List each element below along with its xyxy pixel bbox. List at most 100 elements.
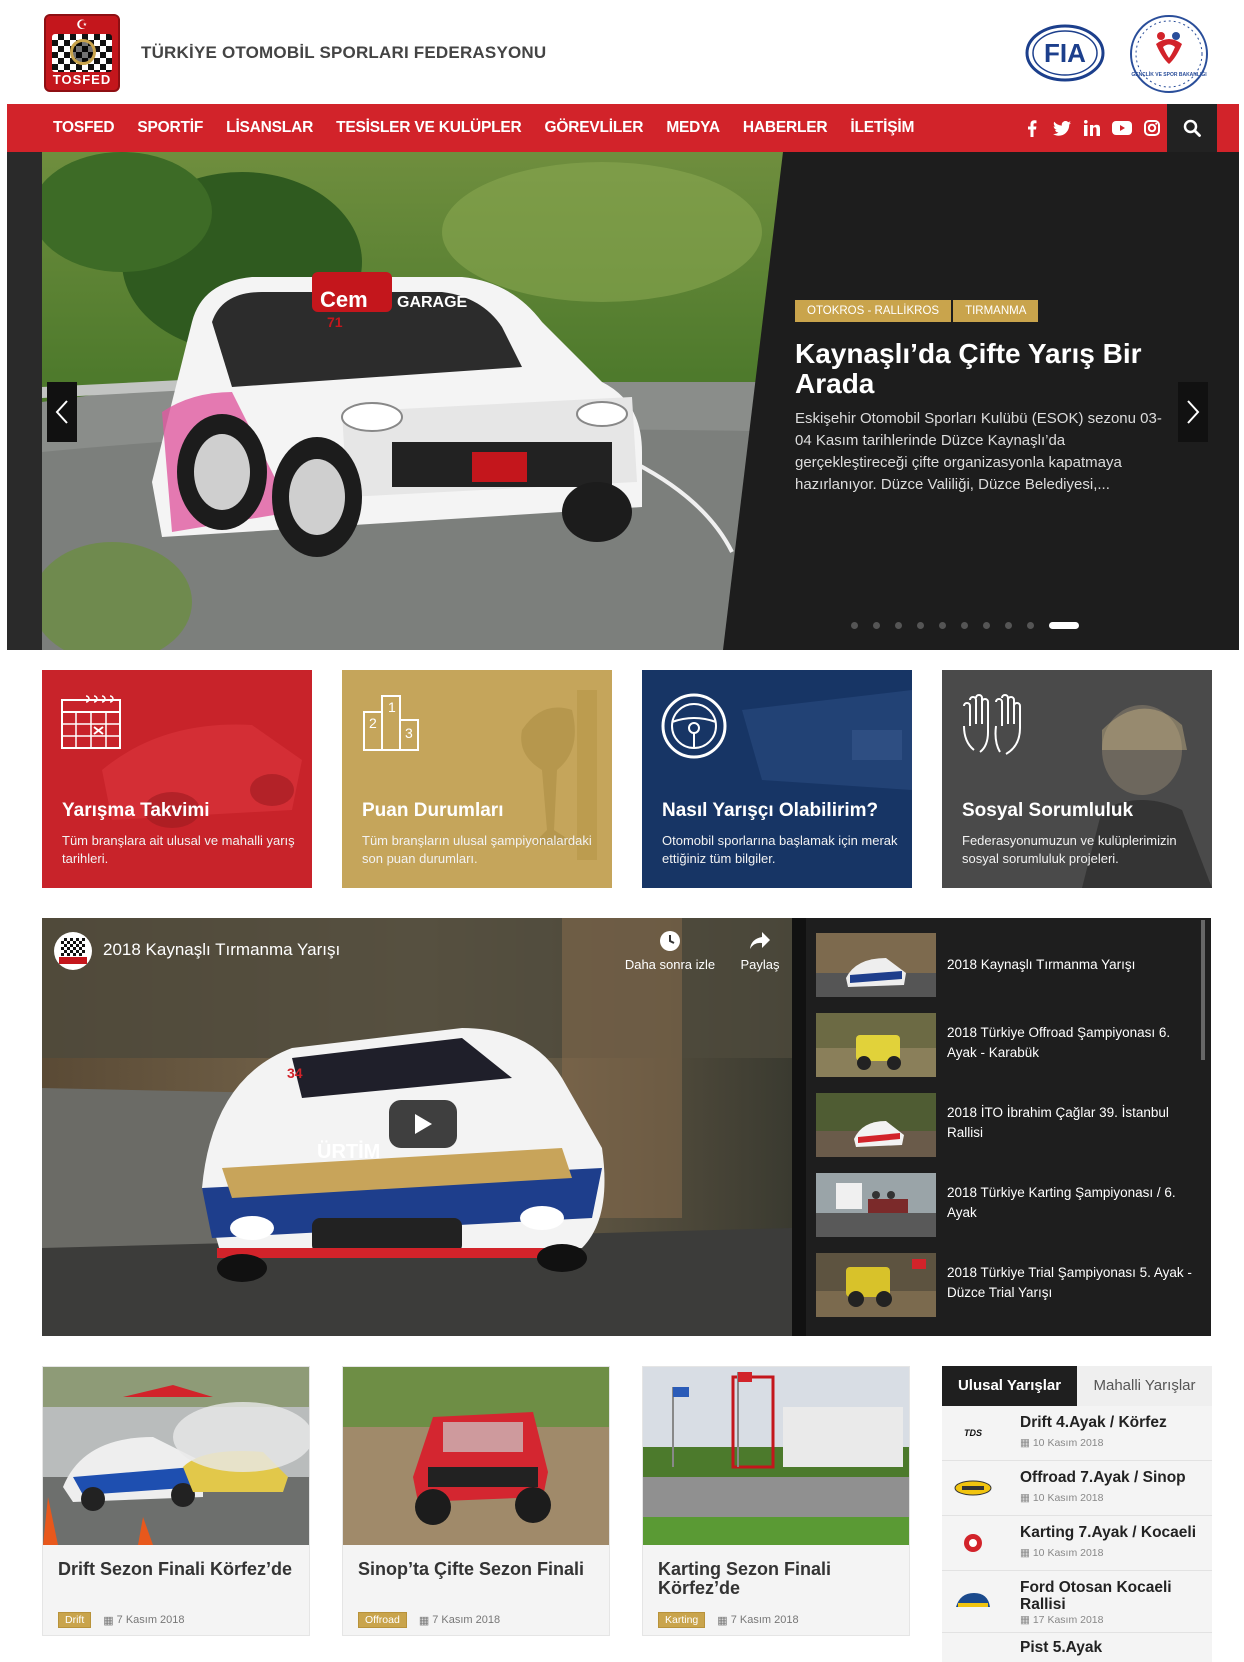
news-card[interactable]: Karting Sezon Finali Körfez’de Karting ▦… — [642, 1366, 910, 1636]
share-icon — [750, 932, 770, 949]
steering-wheel-icon — [661, 693, 727, 759]
steering-wheel-icon — [70, 39, 96, 65]
race-item[interactable]: Offroad 7.Ayak / Sinop ▦ 10 Kasım 2018 — [942, 1461, 1212, 1516]
clock-icon — [660, 931, 680, 951]
hero-tag[interactable]: OTOKROS - RALLİKROS — [795, 300, 952, 322]
slider-dot[interactable] — [917, 622, 924, 629]
news-date: 7 Kasım 2018 — [730, 1614, 799, 1626]
slider-dot[interactable] — [1049, 622, 1079, 629]
feature-calendar[interactable]: Yarışma Takvimi Tüm branşlara ait ulusal… — [42, 670, 312, 888]
feature-desc: Tüm branşların ulusal şampiyonalardaki s… — [362, 833, 592, 866]
race-date: ▦ 10 Kasım 2018 — [1020, 1547, 1103, 1559]
ministry-logo-text: GENÇLİK VE SPOR BAKANLIĞI — [1131, 70, 1207, 78]
fia-logo[interactable]: FIA — [1025, 24, 1105, 82]
nav-item-lisanslar[interactable]: LİSANSLAR — [226, 104, 313, 152]
slider-dot[interactable] — [1005, 622, 1012, 629]
news-date: 7 Kasım 2018 — [432, 1614, 501, 1626]
hero-car-number: 71 — [327, 314, 343, 330]
race-item[interactable]: TDS Drift 4.Ayak / Körfez ▦ 10 Kasım 201… — [942, 1406, 1212, 1461]
race-item[interactable]: Pist 5.Ayak — [942, 1633, 1212, 1662]
playlist-item[interactable]: 2018 Kaynaşlı Tırmanma Yarışı — [816, 933, 1196, 997]
feature-title: Puan Durumları — [362, 800, 504, 821]
nav-item-sportif[interactable]: SPORTİF — [137, 104, 203, 152]
hands-icon — [963, 694, 1021, 755]
playlist-scrollbar[interactable] — [1201, 920, 1205, 1060]
slider-prev-button[interactable] — [47, 382, 77, 442]
news-category[interactable]: Drift — [58, 1612, 92, 1628]
nav-menu: TOSFED SPORTİF LİSANSLAR TESİSLER VE KUL… — [53, 104, 937, 152]
race-date: ▦ 17 Kasım 2018 — [1020, 1614, 1103, 1626]
tab-national-races[interactable]: Ulusal Yarışlar — [942, 1366, 1077, 1406]
video-playlist: 2018 Kaynaşlı Tırmanma Yarışı 2018 Türki… — [806, 918, 1211, 1336]
watch-later-label: Daha sonra izle — [624, 957, 716, 972]
nav-item-iletisim[interactable]: İLETİŞİM — [850, 104, 914, 152]
facebook-icon[interactable] — [1017, 104, 1047, 152]
race-date-text: 17 Kasım 2018 — [1032, 1614, 1104, 1626]
playlist-item[interactable]: 2018 Türkiye Trial Şampiyonası 5. Ayak -… — [816, 1253, 1196, 1317]
race-date-text: 10 Kasım 2018 — [1032, 1547, 1104, 1559]
playlist-thumbnail — [816, 1013, 936, 1077]
main-navbar: TOSFED SPORTİF LİSANSLAR TESİSLER VE KUL… — [7, 104, 1239, 152]
watch-later-button[interactable]: Daha sonra izle — [620, 930, 720, 972]
chevron-right-icon — [1187, 400, 1200, 424]
nav-item-gorevliler[interactable]: GÖREVLİLER — [545, 104, 644, 152]
playlist-item[interactable]: 2018 Türkiye Offroad Şampiyonası 6. Ayak… — [816, 1013, 1196, 1077]
nav-item-tosfed[interactable]: TOSFED — [53, 104, 115, 152]
nav-item-haberler[interactable]: HABERLER — [743, 104, 828, 152]
news-card[interactable]: Sinop’ta Çifte Sezon Finali Offroad ▦ 7 … — [342, 1366, 610, 1636]
playlist-thumbnail — [816, 1093, 936, 1157]
slider-next-button[interactable] — [1178, 382, 1208, 442]
calendar-icon: ▦ — [1020, 1492, 1033, 1504]
feature-how-to-race[interactable]: Nasıl Yarışçı Olabilirim? Otomobil sporl… — [642, 670, 912, 888]
playlist-item[interactable]: 2018 Türkiye Karting Şampiyonası / 6. Ay… — [816, 1173, 1196, 1237]
channel-avatar[interactable] — [54, 932, 92, 970]
hero-excerpt: Eskişehir Otomobil Sporları Kulübü (ESOK… — [795, 410, 1162, 493]
youtube-icon[interactable] — [1107, 104, 1137, 152]
race-date: ▦ 10 Kasım 2018 — [1020, 1437, 1103, 1449]
video-car-brand: ÜRTİM — [317, 1140, 380, 1163]
slider-dot[interactable] — [895, 622, 902, 629]
federation-title: TÜRKİYE OTOMOBİL SPORLARI FEDERASYONU — [141, 43, 547, 62]
feature-title: Nasıl Yarışçı Olabilirim? — [662, 800, 879, 821]
playlist-thumbnail — [816, 1253, 936, 1317]
playlist-thumbnail — [816, 933, 936, 997]
race-item[interactable]: Ford Otosan Kocaeli Rallisi ▦ 17 Kasım 2… — [942, 1571, 1212, 1633]
news-meta: Offroad ▦ 7 Kasım 2018 — [358, 1612, 500, 1628]
linkedin-icon[interactable] — [1077, 104, 1107, 152]
feature-social-responsibility[interactable]: Sosyal Sorumluluk Federasyonumuzun ve ku… — [942, 670, 1212, 888]
ministry-logo[interactable]: GENÇLİK VE SPOR BAKANLIĞI — [1128, 14, 1210, 94]
video-play-button[interactable] — [389, 1100, 457, 1148]
playlist-item[interactable]: 2018 İTO İbrahim Çağlar 39. İstanbul Ral… — [816, 1093, 1196, 1157]
slider-dot[interactable] — [1027, 622, 1034, 629]
race-date-text: 10 Kasım 2018 — [1032, 1492, 1104, 1504]
search-button[interactable] — [1167, 104, 1217, 152]
share-button[interactable]: Paylaş — [730, 930, 790, 972]
nav-item-medya[interactable]: MEDYA — [666, 104, 720, 152]
tab-local-races[interactable]: Mahalli Yarışlar — [1077, 1366, 1212, 1406]
hero-car-text: Cem — [320, 287, 368, 312]
playlist-title: 2018 Türkiye Karting Şampiyonası / 6. Ay… — [947, 1185, 1176, 1220]
slider-dot[interactable] — [939, 622, 946, 629]
tosfed-logo[interactable]: ☪ TOSFED — [44, 14, 120, 92]
svg-text:3: 3 — [405, 725, 413, 741]
social-links — [1017, 104, 1167, 152]
slider-dot[interactable] — [983, 622, 990, 629]
hero-tag[interactable]: TIRMANMA — [953, 300, 1039, 322]
nav-item-tesisler[interactable]: TESİSLER VE KULÜPLER — [336, 104, 522, 152]
slider-dot[interactable] — [851, 622, 858, 629]
video-title[interactable]: 2018 Kaynaşlı Tırmanma Yarışı — [103, 940, 340, 960]
twitter-icon[interactable] — [1047, 104, 1077, 152]
slider-dot[interactable] — [873, 622, 880, 629]
slider-dot[interactable] — [961, 622, 968, 629]
podium-icon: 1 2 3 — [363, 695, 419, 751]
news-category[interactable]: Offroad — [358, 1612, 407, 1628]
instagram-icon[interactable] — [1137, 104, 1167, 152]
news-category[interactable]: Karting — [658, 1612, 706, 1628]
hero-image[interactable]: Cem GARAGE 71 — [42, 152, 802, 650]
chevron-left-icon — [55, 400, 68, 424]
news-title: Sinop’ta Çifte Sezon Finali — [358, 1559, 585, 1579]
hero-title[interactable]: Kaynaşlı’da Çifte Yarış Bir Arada — [795, 339, 1175, 399]
feature-standings[interactable]: 1 2 3 Puan Durumları Tüm branşların ulus… — [342, 670, 612, 888]
race-item[interactable]: Karting 7.Ayak / Kocaeli ▦ 10 Kasım 2018 — [942, 1516, 1212, 1571]
news-card[interactable]: Drift Sezon Finali Körfez’de Drift ▦ 7 K… — [42, 1366, 310, 1636]
